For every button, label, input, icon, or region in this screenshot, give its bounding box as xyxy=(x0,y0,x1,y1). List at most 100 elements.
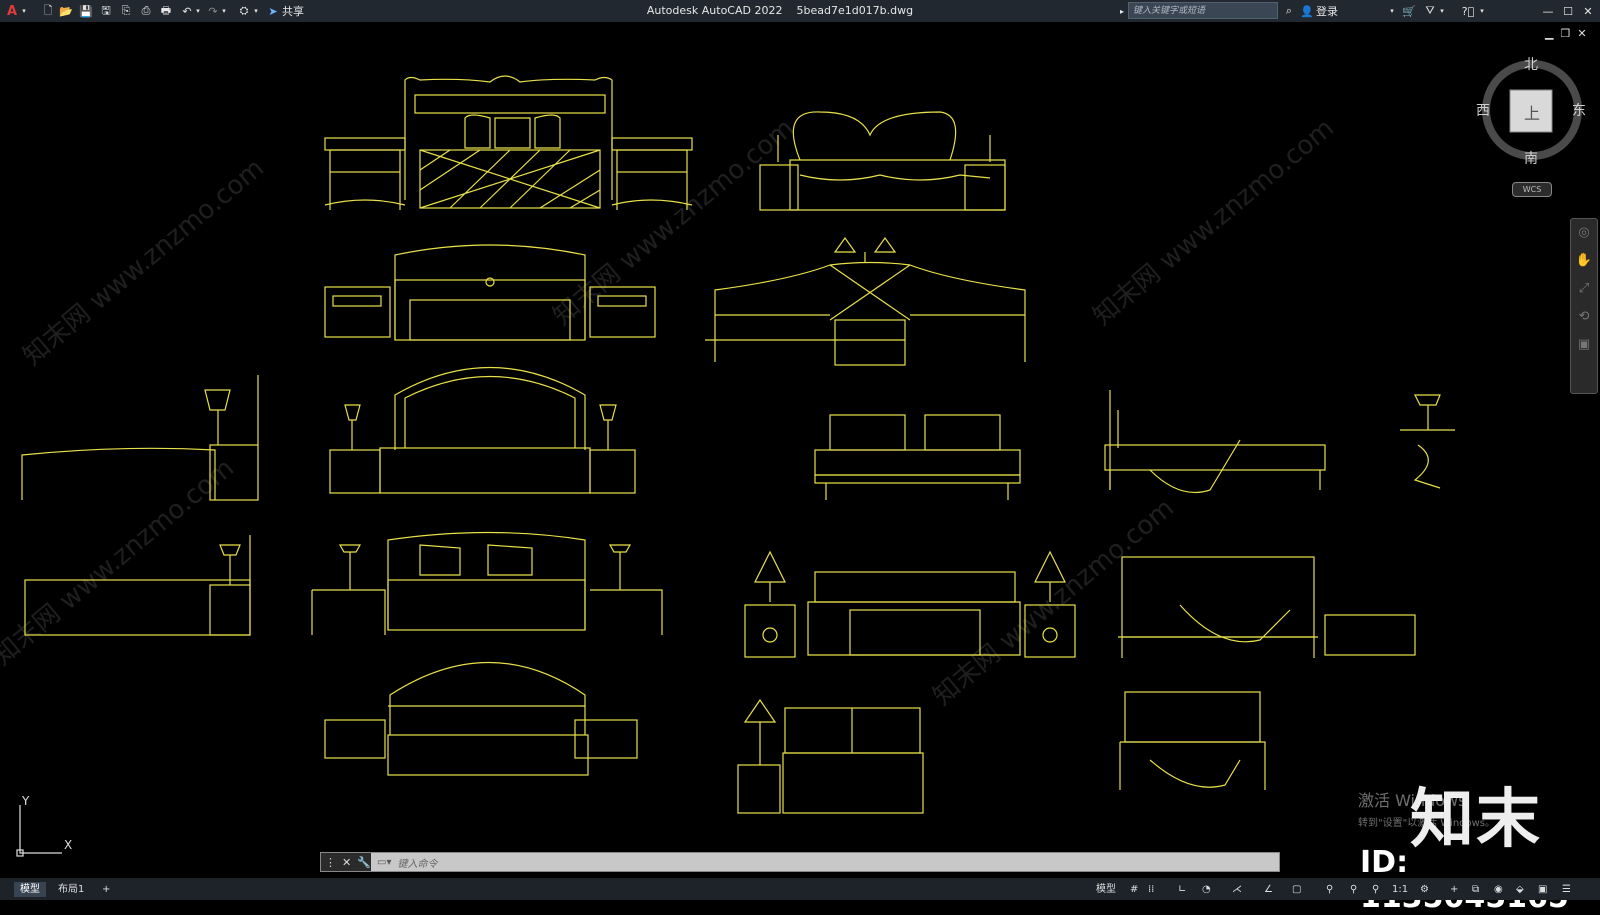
a360-dropdown-icon[interactable]: ▾ xyxy=(1438,3,1446,19)
lamp-stand-elevation xyxy=(1400,394,1455,489)
upholstered-bed-elevation xyxy=(737,698,924,814)
bed-elevations-drawing xyxy=(16,60,1582,857)
file-name: 5bead7e1d017b.dwg xyxy=(796,4,914,17)
ucs-icon xyxy=(16,805,62,857)
save-web-icon[interactable]: ⎙ xyxy=(138,3,154,19)
ortho-icon[interactable]: ∟ xyxy=(1172,882,1192,897)
object-snap-tracking-icon[interactable]: ∠ xyxy=(1258,882,1279,897)
undo-dropdown-icon[interactable]: ▾ xyxy=(194,3,202,19)
compact-bed-throw-elevation xyxy=(1119,691,1266,790)
curved-headboard-bed-elevation xyxy=(311,531,663,635)
customization-menu-icon[interactable]: ☰ xyxy=(1556,882,1577,897)
clean-screen-icon[interactable]: ▣ xyxy=(1532,882,1553,897)
viewcube-west-label[interactable]: 西 xyxy=(1476,100,1490,120)
side-bed-elevation-2 xyxy=(24,535,251,636)
steering-wheel-icon[interactable]: ◎ xyxy=(1571,219,1597,247)
command-prompt[interactable]: ▭▾ 键入命令 xyxy=(377,853,437,871)
recent-commands-icon[interactable]: ▭▾ xyxy=(377,857,391,868)
skirted-bed-elevation xyxy=(744,550,1076,658)
login-dropdown-icon[interactable]: ▾ xyxy=(1388,3,1396,19)
snap-icon[interactable]: ⁞⁞ xyxy=(1142,882,1160,897)
undo-icon[interactable]: ↶ xyxy=(180,3,194,19)
plot-icon[interactable]: 🖶 xyxy=(158,3,174,19)
redo-icon[interactable]: ↷ xyxy=(206,3,220,19)
side-bed-elevation xyxy=(21,375,259,501)
search-icon[interactable]: ⌕ xyxy=(1282,3,1296,19)
object-snap-icon[interactable]: ▢ xyxy=(1286,882,1307,897)
new-file-icon[interactable]: 🗋 xyxy=(40,3,56,19)
viewcube-south-label[interactable]: 南 xyxy=(1524,148,1538,168)
tufted-bed-elevation xyxy=(329,367,636,494)
expand-search-icon[interactable]: ▸ xyxy=(1118,3,1126,19)
tab-layout1[interactable]: 布局1 xyxy=(52,882,90,897)
command-input[interactable]: 键入命令 xyxy=(397,855,437,870)
autocad-logo-icon[interactable]: A xyxy=(4,3,20,19)
showmotion-icon[interactable]: ▣ xyxy=(1571,331,1597,359)
auto-scale-icon[interactable]: ⚲ xyxy=(1344,882,1363,897)
command-close-icon[interactable]: ✕ xyxy=(342,856,351,869)
drawing-window-controls: ▁ ❐ ✕ xyxy=(1545,27,1587,40)
minimize-icon[interactable]: — xyxy=(1540,3,1556,19)
cart-icon[interactable]: 🛒 xyxy=(1402,3,1416,19)
drawing-canvas[interactable]: 知末网 www.znzmo.com 知末网 www.znzmo.com 知末网 … xyxy=(0,22,1600,878)
navigation-bar[interactable]: ◎ ✋ ⤢ ⟲ ▣ xyxy=(1570,218,1598,394)
ucs-x-label: X xyxy=(64,838,73,852)
help-icon[interactable]: ?⃝ xyxy=(1460,3,1476,19)
modern-bed-throw-elevation xyxy=(1118,556,1416,658)
close-icon[interactable]: ✕ xyxy=(1580,3,1596,19)
drawing-restore-icon[interactable]: ❐ xyxy=(1560,27,1570,40)
viewcube-east-label[interactable]: 东 xyxy=(1572,100,1586,120)
status-bar: 模型 布局1 + 模型 # ⁞⁞ ∟ ◔ ⋌ ∠ ▢ ⚲ ⚲ ⚲ 1:1 ⚙ +… xyxy=(0,878,1600,900)
customize-quick-access-icon[interactable]: ▾ xyxy=(252,3,260,19)
zoom-icon[interactable]: ⤢ xyxy=(1571,275,1597,303)
isolate-objects-icon[interactable]: ◉ xyxy=(1488,882,1509,897)
share-icon[interactable]: ➤ xyxy=(266,3,280,19)
panel-bed-elevation xyxy=(324,244,656,341)
window-title: Autodesk AutoCAD 2022 5bead7e1d017b.dwg xyxy=(560,0,1000,22)
annotation-monitor-icon[interactable]: + xyxy=(1444,882,1464,897)
annotation-scale-icon[interactable]: ⚲ xyxy=(1366,882,1385,897)
save-as-icon[interactable]: 🖫 xyxy=(98,3,114,19)
annotation-visibility-icon[interactable]: ⚲ xyxy=(1320,882,1339,897)
drawing-close-icon[interactable]: ✕ xyxy=(1577,27,1586,40)
orbit-icon[interactable]: ⟲ xyxy=(1571,303,1597,331)
save-icon[interactable]: 💾 xyxy=(78,3,94,19)
butterfly-bed-elevation xyxy=(759,111,1006,211)
login-button[interactable]: 登录 xyxy=(1316,3,1346,19)
tab-model[interactable]: 模型 xyxy=(14,882,46,897)
maximize-icon[interactable]: ☐ xyxy=(1560,3,1576,19)
tab-add-layout[interactable]: + xyxy=(96,882,116,897)
command-line-controls: ⋮ ✕ 🔧 xyxy=(321,853,371,871)
pan-icon[interactable]: ✋ xyxy=(1571,247,1597,275)
app-menu-chevron-icon[interactable]: ▾ xyxy=(20,3,28,19)
crowned-bed-elevation xyxy=(324,662,638,776)
command-customize-icon[interactable]: 🔧 xyxy=(357,856,371,869)
open-file-icon[interactable]: 📂 xyxy=(58,3,74,19)
autodesk-a360-icon[interactable]: ⛛ xyxy=(1422,3,1438,19)
platform-bed-elevation xyxy=(814,414,1021,500)
isometric-drafting-icon[interactable]: ⋌ xyxy=(1226,882,1248,897)
share-button[interactable]: 共享 xyxy=(282,3,312,19)
workspace-icon[interactable]: ⛭ xyxy=(236,3,252,19)
model-space-button[interactable]: 模型 xyxy=(1090,882,1122,897)
command-grip-icon[interactable]: ⋮ xyxy=(325,856,336,869)
drawing-minimize-icon[interactable]: ▁ xyxy=(1545,27,1553,40)
help-dropdown-icon[interactable]: ▾ xyxy=(1478,3,1486,19)
annotation-scale-value[interactable]: 1:1 xyxy=(1386,882,1414,897)
viewcube-north-label[interactable]: 北 xyxy=(1524,54,1538,74)
search-input[interactable]: 键入关键字或短语 xyxy=(1128,2,1278,19)
units-icon[interactable]: ⧉ xyxy=(1466,882,1485,897)
title-bar: A ▾ 🗋 📂 💾 🖫 ⎘ ⎙ 🖶 ↶ ▾ ↷ ▾ ⛭ ▾ ➤ 共享 Autod… xyxy=(0,0,1600,22)
user-icon[interactable]: 👤 xyxy=(1300,3,1314,19)
workspace-switch-icon[interactable]: ⚙ xyxy=(1414,882,1435,897)
open-web-icon[interactable]: ⎘ xyxy=(118,3,134,19)
polar-tracking-icon[interactable]: ◔ xyxy=(1196,882,1217,897)
ucs-y-label: Y xyxy=(22,794,30,808)
app-title: Autodesk AutoCAD 2022 xyxy=(646,4,783,17)
redo-dropdown-icon[interactable]: ▾ xyxy=(220,3,228,19)
lamp-headboard-elevation xyxy=(705,236,1026,366)
hardware-acceleration-icon[interactable]: ⬙ xyxy=(1510,882,1530,897)
wcs-menu[interactable]: WCS xyxy=(1512,182,1552,197)
viewcube-top-face[interactable]: 上 xyxy=(1524,100,1540,124)
command-line[interactable]: ⋮ ✕ 🔧 ▭▾ 键入命令 xyxy=(320,852,1280,872)
